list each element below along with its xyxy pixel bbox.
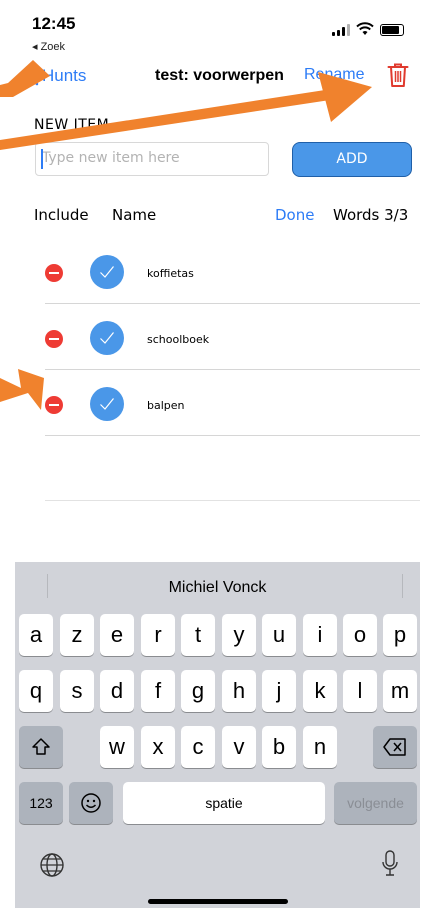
new-item-input[interactable]: Type new item here — [35, 142, 269, 176]
emoji-icon — [81, 793, 101, 813]
suggestion-divider — [402, 574, 403, 598]
microphone-icon[interactable] — [381, 850, 399, 878]
back-label: Hunts — [42, 66, 87, 85]
home-indicator — [148, 899, 288, 904]
key-e[interactable]: e — [100, 614, 134, 656]
include-checkbox[interactable] — [90, 387, 124, 421]
space-key[interactable]: spatie — [123, 782, 325, 824]
include-checkbox[interactable] — [90, 321, 124, 355]
delete-item-icon[interactable] — [45, 264, 63, 282]
key-n[interactable]: n — [303, 726, 337, 768]
done-button[interactable]: Done — [275, 206, 314, 224]
key-j[interactable]: j — [262, 670, 296, 712]
checkmark-icon — [100, 332, 114, 344]
numbers-key[interactable]: 123 — [19, 782, 63, 824]
key-x[interactable]: x — [141, 726, 175, 768]
item-name: schoolboek — [147, 333, 210, 346]
key-w[interactable]: w — [100, 726, 134, 768]
add-button[interactable]: ADD — [292, 142, 412, 177]
back-to-app-link[interactable]: ◂ Zoek — [32, 40, 65, 53]
key-s[interactable]: s — [60, 670, 94, 712]
key-g[interactable]: g — [181, 670, 215, 712]
suggestion-bar: Michiel Vonck — [15, 562, 420, 610]
key-i[interactable]: i — [303, 614, 337, 656]
suggestion-item[interactable]: Michiel Vonck — [15, 579, 420, 597]
row-divider — [45, 435, 420, 436]
row-divider — [45, 500, 420, 501]
shift-icon — [32, 738, 50, 755]
include-column-header: Include — [34, 206, 89, 224]
key-b[interactable]: b — [262, 726, 296, 768]
name-column-header: Name — [112, 206, 157, 224]
key-k[interactable]: k — [303, 670, 337, 712]
rename-button[interactable]: Rename — [304, 66, 364, 84]
checkmark-icon — [100, 398, 114, 410]
status-icons — [332, 22, 404, 36]
hunts-back-button[interactable]: Hunts — [27, 66, 86, 86]
new-item-label: NEW ITEM — [34, 117, 110, 133]
shift-key[interactable] — [19, 726, 63, 768]
backspace-icon — [383, 738, 406, 756]
key-l[interactable]: l — [343, 670, 377, 712]
status-time: 12:45 — [32, 14, 76, 33]
key-t[interactable]: t — [181, 614, 215, 656]
cellular-signal-icon — [332, 24, 350, 36]
battery-icon — [380, 24, 404, 36]
key-v[interactable]: v — [222, 726, 256, 768]
word-count: Words 3/3 — [333, 206, 409, 224]
checkmark-icon — [100, 266, 114, 278]
key-h[interactable]: h — [222, 670, 256, 712]
globe-icon[interactable] — [39, 852, 65, 878]
delete-key[interactable] — [373, 726, 417, 768]
item-name: koffietas — [147, 267, 194, 280]
key-f[interactable]: f — [141, 670, 175, 712]
chevron-left-icon — [27, 66, 39, 86]
phone-screen: 12:45 ◂ Zoek Hunts test: voorwerpen Rena… — [15, 0, 420, 908]
key-o[interactable]: o — [343, 614, 377, 656]
trash-icon[interactable] — [387, 62, 409, 88]
list-item: koffietas — [15, 238, 420, 304]
key-r[interactable]: r — [141, 614, 175, 656]
key-m[interactable]: m — [383, 670, 417, 712]
key-y[interactable]: y — [222, 614, 256, 656]
delete-item-icon[interactable] — [45, 396, 63, 414]
delete-item-icon[interactable] — [45, 330, 63, 348]
item-name: balpen — [147, 399, 185, 412]
key-c[interactable]: c — [181, 726, 215, 768]
emoji-key[interactable] — [69, 782, 113, 824]
key-u[interactable]: u — [262, 614, 296, 656]
return-key[interactable]: volgende — [334, 782, 417, 824]
page-title: test: voorwerpen — [155, 67, 284, 84]
list-item: schoolboek — [15, 304, 420, 370]
include-checkbox[interactable] — [90, 255, 124, 289]
list-item: balpen — [15, 370, 420, 436]
key-z[interactable]: z — [60, 614, 94, 656]
key-p[interactable]: p — [383, 614, 417, 656]
key-d[interactable]: d — [100, 670, 134, 712]
keyboard: Michiel Vonck a z e r t y u i o p q s d … — [15, 562, 420, 908]
key-a[interactable]: a — [19, 614, 53, 656]
wifi-icon — [356, 22, 374, 35]
key-q[interactable]: q — [19, 670, 53, 712]
